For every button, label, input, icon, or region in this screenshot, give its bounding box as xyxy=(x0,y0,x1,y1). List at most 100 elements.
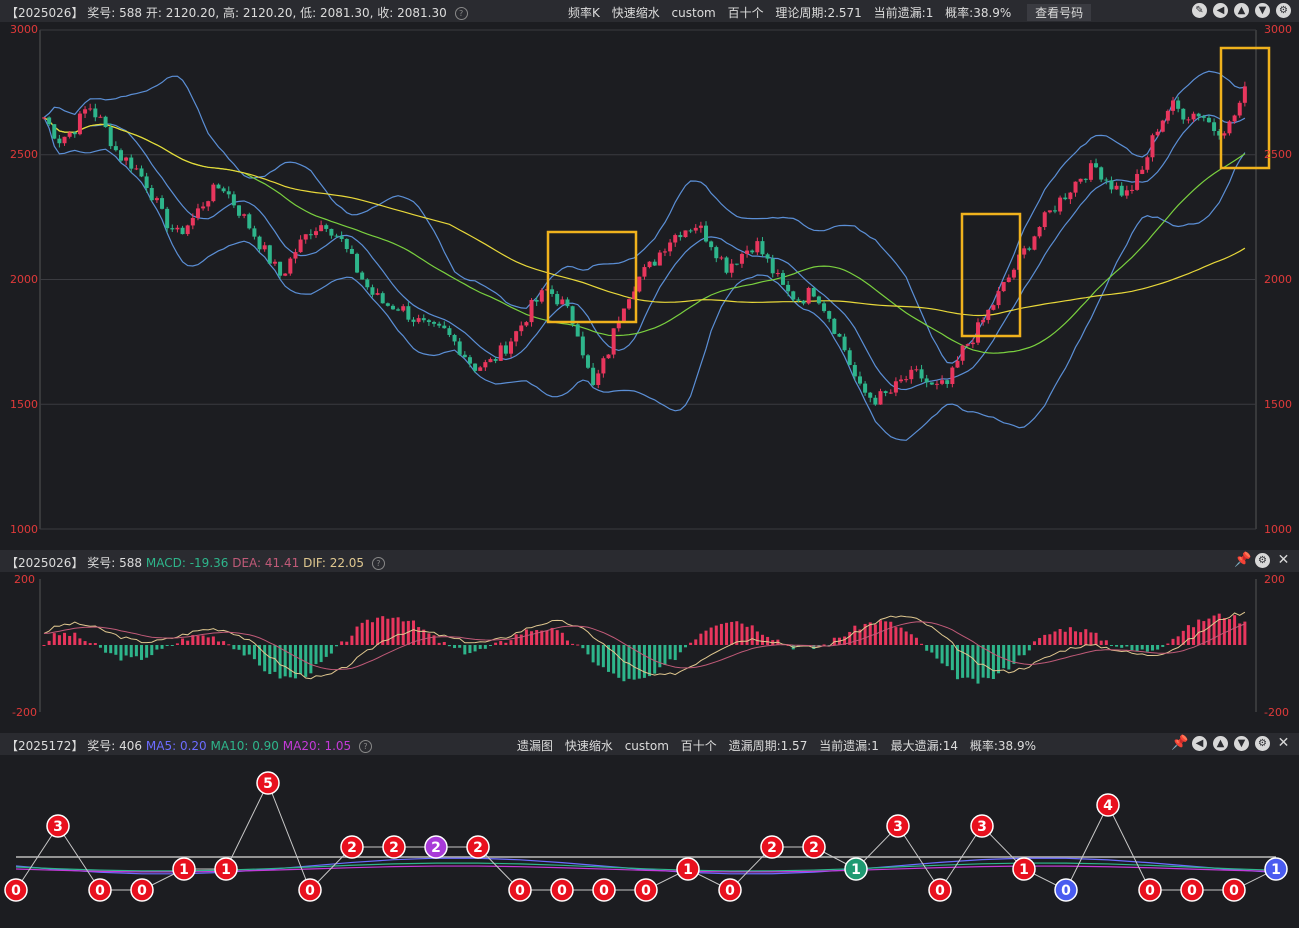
candle-body xyxy=(1094,163,1099,168)
candle-body xyxy=(118,150,123,161)
macd-bar xyxy=(1176,636,1180,645)
candle-body xyxy=(1129,189,1134,191)
omission-line xyxy=(15,781,1277,891)
pin-icon[interactable]: 📌 xyxy=(1234,553,1251,568)
macd-bar xyxy=(1212,615,1216,645)
candle-body xyxy=(329,228,334,236)
omission-award-value: 406 xyxy=(119,739,143,753)
candle-body xyxy=(724,257,729,273)
macd-bar xyxy=(1115,645,1119,647)
omission-back-icon[interactable]: ◀ xyxy=(1192,736,1207,751)
candle-body xyxy=(503,345,508,354)
candle-body xyxy=(832,318,837,334)
omission-pin-icon[interactable]: 📌 xyxy=(1171,736,1188,751)
macd-bar xyxy=(427,633,431,645)
candle-body xyxy=(139,168,144,177)
candle-body xyxy=(247,214,252,229)
candle-body xyxy=(1001,281,1006,292)
candle-body xyxy=(83,109,88,114)
candle-body xyxy=(447,328,452,335)
omission-node-label: 3 xyxy=(977,819,987,835)
macd-bar xyxy=(104,645,108,653)
macd-bar xyxy=(1135,645,1139,652)
macd-bar xyxy=(1222,618,1226,645)
macd-bar xyxy=(278,645,282,679)
macd-bar xyxy=(899,627,903,645)
macd-bar xyxy=(524,629,528,645)
candle-body xyxy=(1222,133,1227,136)
candle-body xyxy=(822,303,827,312)
candle-body xyxy=(201,206,206,209)
macd-bar xyxy=(386,618,390,645)
omission-node: 3 xyxy=(970,814,994,838)
candle-body xyxy=(411,319,416,322)
omission-node: 1 xyxy=(1264,857,1288,881)
macd-y-right-200: 200 xyxy=(1264,573,1285,586)
macd-bar xyxy=(247,645,251,655)
omission-up-icon[interactable]: ▲ xyxy=(1213,736,1228,751)
back-icon[interactable]: ◀ xyxy=(1213,3,1228,18)
macd-bar xyxy=(88,643,92,645)
omission-down-icon[interactable]: ▼ xyxy=(1234,736,1249,751)
macd-help-icon[interactable]: ? xyxy=(371,557,385,570)
macd-bar xyxy=(42,645,46,646)
macd-bar xyxy=(165,645,169,646)
macd-bar xyxy=(694,639,698,645)
up-icon[interactable]: ▲ xyxy=(1234,3,1249,18)
omission-info-4: 遗漏周期:1.57 xyxy=(728,739,808,753)
macd-bar xyxy=(216,641,220,645)
omission-node-label: 2 xyxy=(431,840,441,856)
low-value: 低: 2081.30, xyxy=(300,6,374,20)
omission-node-label: 0 xyxy=(725,883,735,899)
macd-bar xyxy=(1161,645,1165,647)
y-tick-left-1500: 1500 xyxy=(10,398,38,411)
candle-body xyxy=(103,116,108,128)
macd-settings-icon[interactable]: ⚙ xyxy=(1255,553,1270,568)
omission-node: 2 xyxy=(466,835,490,859)
macd-bar xyxy=(889,621,893,645)
omission-close-icon[interactable]: ✕ xyxy=(1276,736,1291,751)
omission-node-label: 0 xyxy=(641,883,651,899)
macd-bar xyxy=(181,638,185,645)
candle-body xyxy=(1022,248,1027,255)
omission-node-label: 0 xyxy=(1187,883,1197,899)
macd-bar xyxy=(1053,631,1057,645)
candle-body xyxy=(863,383,868,393)
omission-node-label: 1 xyxy=(1271,862,1281,878)
macd-bar xyxy=(1032,641,1036,645)
candle-body xyxy=(955,360,960,368)
macd-bar xyxy=(1012,645,1016,664)
macd-value: MACD: -19.36 xyxy=(145,556,229,570)
macd-bar xyxy=(52,633,56,645)
candle-body xyxy=(529,299,534,323)
help-icon[interactable]: ? xyxy=(454,7,468,20)
omission-node: 0 xyxy=(718,878,742,902)
candle-body xyxy=(93,108,98,118)
omission-node: 2 xyxy=(382,835,406,859)
macd-award-value: 588 xyxy=(119,556,143,570)
kline-toolbar: ✎ ◀ ▲ ▼ ⚙ xyxy=(1192,3,1291,18)
omission-node-label: 4 xyxy=(1103,798,1113,814)
candle-body xyxy=(42,117,46,119)
omission-settings-icon[interactable]: ⚙ xyxy=(1255,736,1270,751)
macd-bar xyxy=(612,645,616,674)
settings-icon[interactable]: ⚙ xyxy=(1276,3,1291,18)
candle-body xyxy=(390,305,395,310)
omission-node-label: 3 xyxy=(53,819,63,835)
close-icon[interactable]: ✕ xyxy=(1276,553,1291,568)
omission-node-label: 0 xyxy=(11,883,21,899)
macd-bar xyxy=(658,645,662,668)
down-icon[interactable]: ▼ xyxy=(1255,3,1270,18)
candle-body xyxy=(729,263,734,273)
candle-body xyxy=(704,225,709,242)
omission-node-label: 2 xyxy=(767,840,777,856)
draw-number: 【2025026】 xyxy=(6,6,84,20)
omission-help-icon[interactable]: ? xyxy=(359,740,372,753)
kline-info-5: 当前遗漏:1 xyxy=(873,6,934,20)
view-numbers-button[interactable]: 查看号码 xyxy=(1027,4,1092,21)
macd-bar xyxy=(930,645,934,653)
candle-body xyxy=(221,188,226,192)
edit-icon[interactable]: ✎ xyxy=(1192,3,1207,18)
candle-body xyxy=(683,230,688,238)
candle-body xyxy=(601,358,606,374)
